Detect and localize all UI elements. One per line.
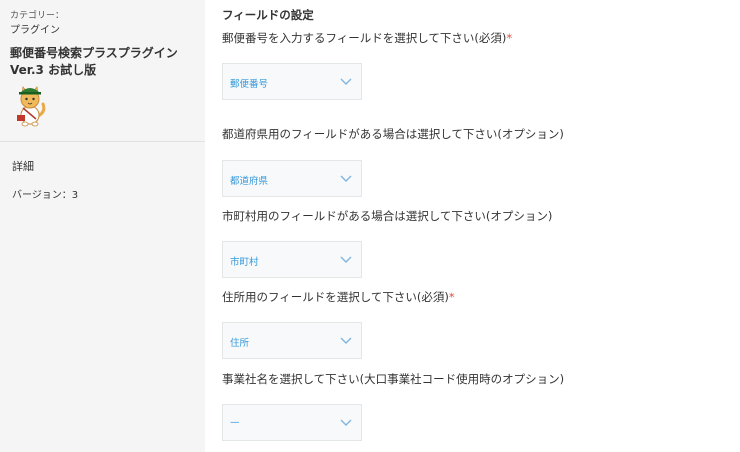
chevron-down-icon (340, 175, 352, 182)
chevron-down-icon (340, 256, 352, 263)
address-select-value: 住所 (230, 338, 250, 349)
section-title: フィールドの設定 (222, 8, 314, 22)
plugin-name: 郵便番号検索プラスプラグイン Ver.3 お試し版 (10, 45, 200, 79)
chevron-down-icon (340, 419, 352, 426)
postal-code-select[interactable]: 郵便番号 (222, 63, 362, 100)
business-name-select[interactable]: — (222, 404, 362, 441)
required-mark: * (506, 31, 513, 45)
mascot-cat-icon (17, 86, 46, 127)
postal-code-label-text: 郵便番号を入力するフィールドを選択して下さい(必須) (222, 31, 507, 45)
address-field-label: 住所用のフィールドを選択して下さい(必須)* (222, 289, 455, 305)
city-label-text: 市町村用のフィールドがある場合は選択して下さい(オプション) (222, 209, 553, 223)
category-label: カテゴリー： (10, 11, 65, 21)
sidebar: カテゴリー： プラグイン 郵便番号検索プラスプラグイン Ver.3 お試し版 詳… (0, 0, 205, 452)
business-name-field-label: 事業社名を選択して下さい(大口事業社コード使用時のオプション) (222, 371, 564, 387)
business-name-select-value: — (230, 417, 240, 428)
prefecture-field-label: 都道府県用のフィールドがある場合は選択して下さい(オプション) (222, 126, 564, 142)
postal-code-select-value: 郵便番号 (230, 79, 269, 90)
plugin-name-line2: Ver.3 お試し版 (10, 63, 97, 77)
sidebar-divider (0, 141, 205, 142)
city-field-label: 市町村用のフィールドがある場合は選択して下さい(オプション) (222, 208, 552, 224)
city-select[interactable]: 市町村 (222, 241, 362, 278)
required-mark: * (448, 290, 455, 304)
plugin-name-line1: 郵便番号検索プラスプラグイン (10, 46, 178, 60)
field-settings-panel: フィールドの設定 郵便番号を入力するフィールドを選択して下さい(必須)* 郵便番… (205, 0, 740, 452)
postal-code-field-label: 郵便番号を入力するフィールドを選択して下さい(必須)* (222, 30, 512, 46)
city-select-value: 市町村 (230, 257, 259, 268)
category-value: プラグイン (10, 25, 60, 36)
chevron-down-icon (340, 78, 352, 85)
prefecture-label-text: 都道府県用のフィールドがある場合は選択して下さい(オプション) (222, 127, 564, 141)
version-text: バージョン：3 (12, 190, 79, 201)
chevron-down-icon (340, 337, 352, 344)
address-label-text: 住所用のフィールドを選択して下さい(必須) (222, 290, 449, 304)
prefecture-select-value: 都道府県 (230, 176, 269, 187)
address-select[interactable]: 住所 (222, 322, 362, 359)
detail-link[interactable]: 詳細 (12, 158, 34, 174)
prefecture-select[interactable]: 都道府県 (222, 160, 362, 197)
business-name-label-text: 事業社名を選択して下さい(大口事業社コード使用時のオプション) (222, 372, 565, 386)
